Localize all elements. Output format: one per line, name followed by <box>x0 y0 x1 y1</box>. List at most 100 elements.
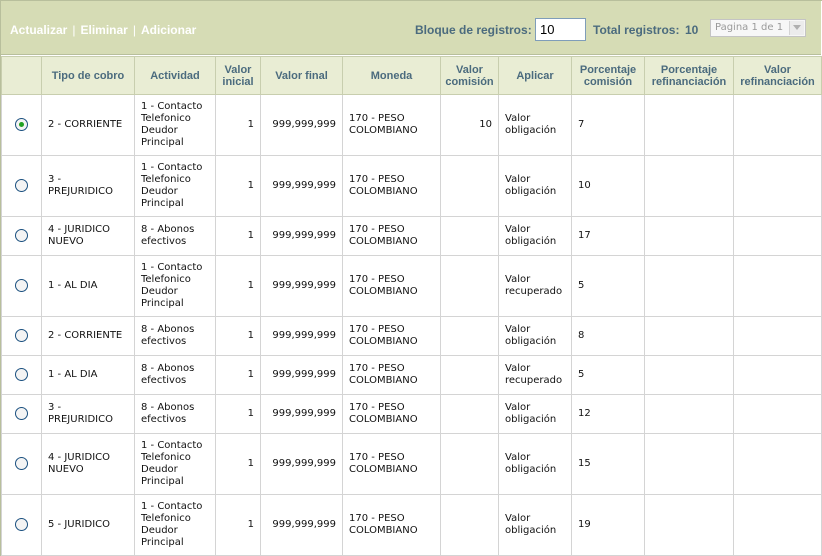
row-select-cell[interactable] <box>1 355 42 395</box>
row-radio[interactable] <box>15 407 28 421</box>
cell-valor-comision <box>440 155 499 217</box>
row-radio[interactable] <box>15 368 28 382</box>
page-select[interactable]: Pagina 1 de 1 <box>710 19 806 37</box>
cell-moneda: 170 - PESO COLOMBIANO <box>342 155 441 217</box>
row-radio[interactable] <box>15 229 28 243</box>
table-row[interactable]: 3 - PREJURIDICO 8 - Abonos efectivos 1 9… <box>1 394 822 434</box>
table-row[interactable]: 4 - JURIDICO NUEVO 1 - Contacto Telefoni… <box>1 433 822 495</box>
cell-aplicar: Valor obligación <box>498 94 572 156</box>
page-select-value: Pagina 1 de 1 <box>715 22 784 33</box>
column-header-valor-inicial[interactable]: Valor inicial <box>215 56 261 95</box>
chevron-down-icon[interactable] <box>789 21 804 35</box>
cell-porcentaje-refinanciacion <box>644 394 734 434</box>
row-select-cell[interactable] <box>1 394 42 434</box>
cell-moneda: 170 - PESO COLOMBIANO <box>342 355 441 395</box>
cell-moneda: 170 - PESO COLOMBIANO <box>342 216 441 256</box>
cell-valor-comision <box>440 433 499 495</box>
cell-actividad: 8 - Abonos efectivos <box>134 355 216 395</box>
table-row[interactable]: 5 - JURIDICO 1 - Contacto Telefonico Deu… <box>1 494 822 556</box>
column-header-porcentaje-comision[interactable]: Porcentaje comisión <box>571 56 645 95</box>
cell-moneda: 170 - PESO COLOMBIANO <box>342 94 441 156</box>
total-records-label: Total registros: <box>593 23 680 37</box>
cell-actividad: 8 - Abonos efectivos <box>134 216 216 256</box>
cell-aplicar: Valor recuperado <box>498 355 572 395</box>
toolbar: Actualizar | Eliminar | Adicionar Bloque de … <box>1 1 821 55</box>
cell-porcentaje-refinanciacion <box>644 494 734 556</box>
table-row[interactable]: 4 - JURIDICO NUEVO 8 - Abonos efectivos … <box>1 216 822 256</box>
cell-valor-refinanciacion <box>733 316 822 356</box>
column-header-select <box>1 56 42 95</box>
cell-valor-final: 999,999,999 <box>260 494 343 556</box>
row-select-cell[interactable] <box>1 316 42 356</box>
cell-aplicar: Valor obligación <box>498 316 572 356</box>
cell-aplicar: Valor obligación <box>498 216 572 256</box>
row-select-cell[interactable] <box>1 255 42 317</box>
row-select-cell[interactable] <box>1 216 42 256</box>
column-header-valor-final[interactable]: Valor final <box>260 56 343 95</box>
table-row[interactable]: 2 - CORRIENTE 1 - Contacto Telefonico De… <box>1 94 822 156</box>
row-radio[interactable] <box>15 279 28 293</box>
cell-valor-comision <box>440 216 499 256</box>
row-radio[interactable] <box>15 457 28 471</box>
add-link[interactable]: Adicionar <box>141 23 196 37</box>
table-row[interactable]: 3 - PREJURIDICO 1 - Contacto Telefonico … <box>1 155 822 217</box>
table-row[interactable]: 1 - AL DIA 8 - Abonos efectivos 1 999,99… <box>1 355 822 395</box>
cell-valor-comision <box>440 255 499 317</box>
cell-porcentaje-refinanciacion <box>644 316 734 356</box>
cell-porcentaje-refinanciacion <box>644 433 734 495</box>
column-header-tipo[interactable]: Tipo de cobro <box>41 56 135 95</box>
refresh-link[interactable]: Actualizar <box>10 23 67 37</box>
cell-aplicar: Valor obligación <box>498 394 572 434</box>
table-row[interactable]: 1 - AL DIA 1 - Contacto Telefonico Deudo… <box>1 255 822 317</box>
cell-valor-refinanciacion <box>733 494 822 556</box>
column-header-valor-comision[interactable]: Valor comisión <box>440 56 499 95</box>
cell-valor-refinanciacion <box>733 94 822 156</box>
delete-link[interactable]: Eliminar <box>80 23 127 37</box>
cell-actividad: 1 - Contacto Telefonico Deudor Principal <box>134 94 216 156</box>
block-size-input[interactable] <box>535 18 586 41</box>
cell-valor-final: 999,999,999 <box>260 94 343 156</box>
cell-valor-final: 999,999,999 <box>260 355 343 395</box>
cell-tipo: 4 - JURIDICO NUEVO <box>41 216 135 256</box>
cell-actividad: 8 - Abonos efectivos <box>134 394 216 434</box>
column-header-aplicar[interactable]: Aplicar <box>498 56 572 95</box>
cell-porcentaje-comision: 12 <box>571 394 645 434</box>
cell-valor-refinanciacion <box>733 433 822 495</box>
cell-porcentaje-comision: 15 <box>571 433 645 495</box>
cell-valor-refinanciacion <box>733 155 822 217</box>
row-select-cell[interactable] <box>1 94 42 156</box>
cell-aplicar: Valor obligación <box>498 433 572 495</box>
table-row[interactable]: 2 - CORRIENTE 8 - Abonos efectivos 1 999… <box>1 316 822 356</box>
row-select-cell[interactable] <box>1 155 42 217</box>
row-select-cell[interactable] <box>1 433 42 495</box>
column-header-porcentaje-refinanciacion[interactable]: Porcentaje refinanciación <box>644 56 734 95</box>
cell-valor-inicial: 1 <box>215 316 261 356</box>
cell-aplicar: Valor obligación <box>498 494 572 556</box>
column-header-moneda[interactable]: Moneda <box>342 56 441 95</box>
cell-porcentaje-refinanciacion <box>644 155 734 217</box>
cell-valor-comision <box>440 394 499 434</box>
cell-actividad: 8 - Abonos efectivos <box>134 316 216 356</box>
cell-valor-inicial: 1 <box>215 94 261 156</box>
cell-porcentaje-comision: 17 <box>571 216 645 256</box>
cell-valor-inicial: 1 <box>215 255 261 317</box>
row-radio[interactable] <box>15 329 28 343</box>
records-table: Tipo de cobro Actividad Valor inicial Va… <box>1 56 822 556</box>
cell-valor-inicial: 1 <box>215 394 261 434</box>
cell-porcentaje-refinanciacion <box>644 216 734 256</box>
cell-actividad: 1 - Contacto Telefonico Deudor Principal <box>134 494 216 556</box>
row-radio[interactable] <box>15 179 28 193</box>
column-header-valor-refinanciacion[interactable]: Valor refinanciación <box>733 56 822 95</box>
cell-valor-refinanciacion <box>733 394 822 434</box>
cell-moneda: 170 - PESO COLOMBIANO <box>342 433 441 495</box>
row-radio[interactable] <box>15 118 28 132</box>
cell-tipo: 3 - PREJURIDICO <box>41 394 135 434</box>
row-radio[interactable] <box>15 518 28 532</box>
block-size-label: Bloque de registros: <box>415 23 532 37</box>
cell-valor-comision <box>440 494 499 556</box>
row-select-cell[interactable] <box>1 494 42 556</box>
cell-tipo: 1 - AL DIA <box>41 255 135 317</box>
column-header-actividad[interactable]: Actividad <box>134 56 216 95</box>
cell-valor-final: 999,999,999 <box>260 316 343 356</box>
cell-porcentaje-refinanciacion <box>644 255 734 317</box>
